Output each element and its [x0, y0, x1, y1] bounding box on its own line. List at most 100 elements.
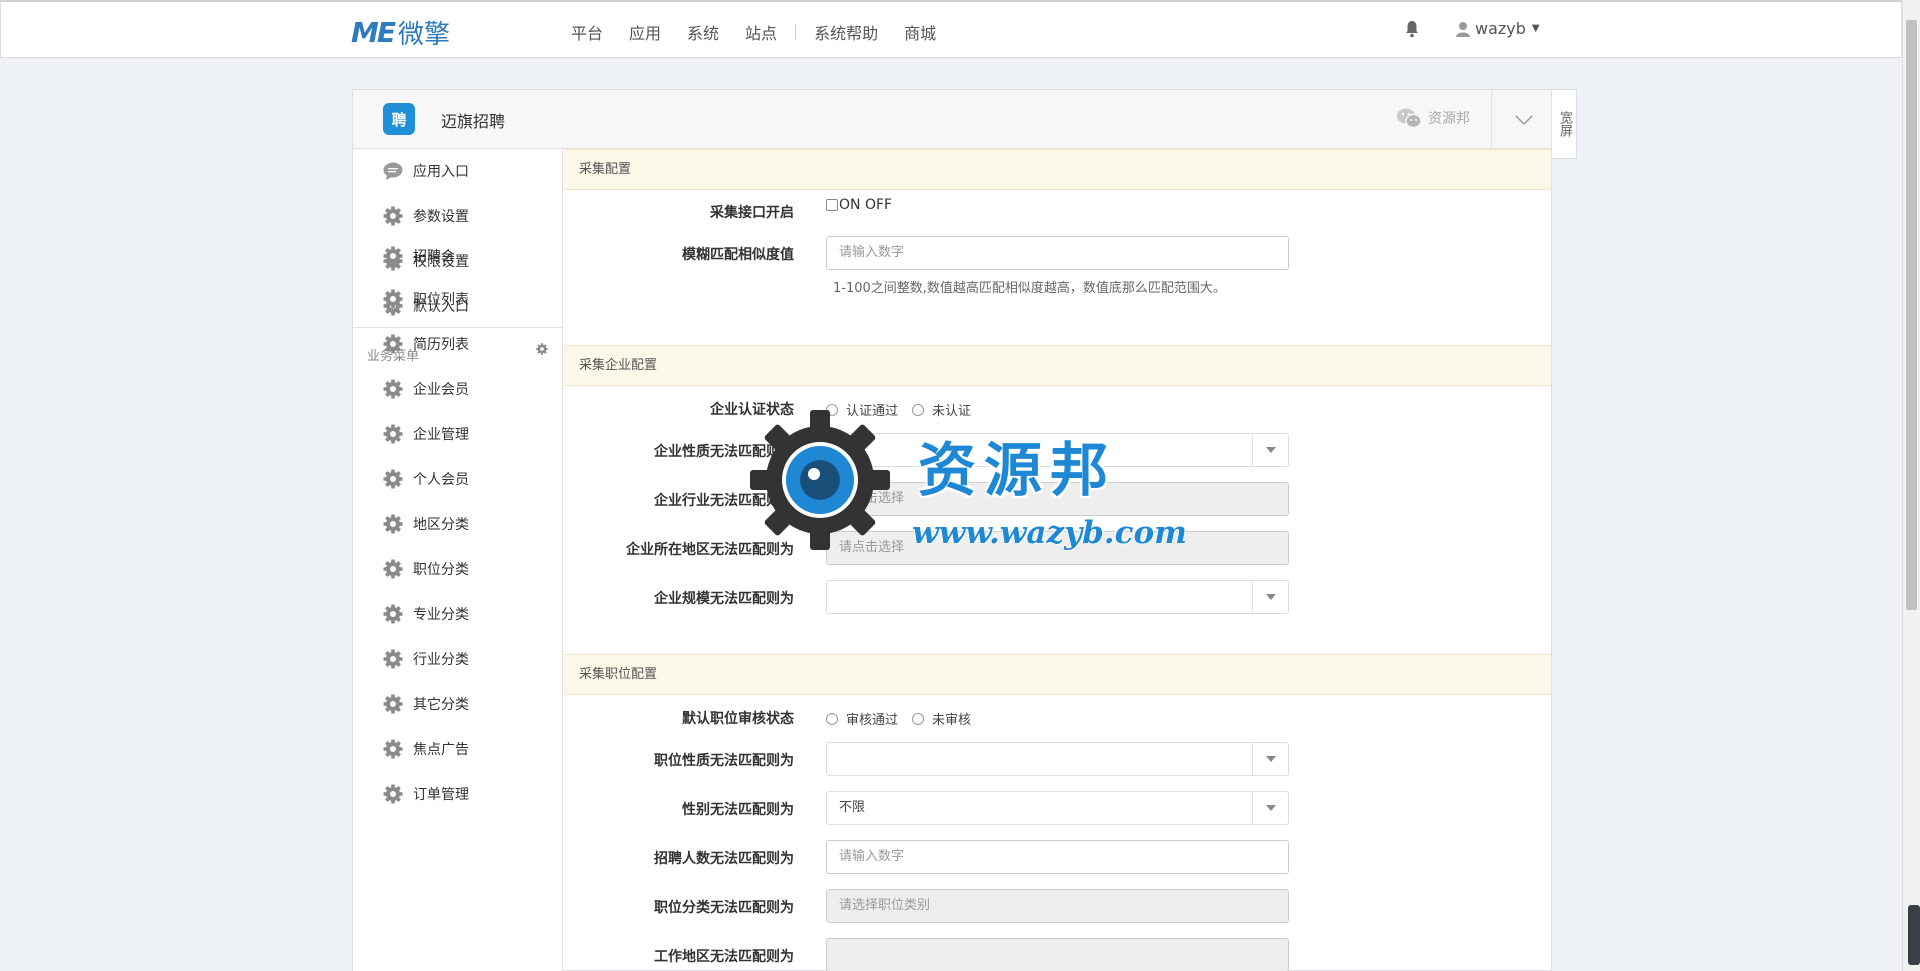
job-category-input[interactable]: 请选择职位类别 [826, 889, 1289, 923]
gender-value: 不限 [839, 800, 866, 815]
headcount-input[interactable]: 请输入数字 [826, 840, 1289, 874]
work-region-input[interactable] [826, 938, 1289, 971]
nav-site[interactable]: 站点 [745, 20, 777, 44]
sidebar-item-label: 行业分类 [413, 652, 469, 668]
gear-icon [383, 206, 403, 226]
logo-text: 微擎 [398, 19, 451, 50]
field-label: 企业规模无法匹配则为 [654, 591, 794, 607]
sidebar-item-biz[interactable]: 行业分类 [383, 647, 469, 671]
sidebar-item-biz[interactable]: 个人会员 [383, 467, 469, 491]
fuzzy-match-input[interactable]: 请输入数字 [826, 236, 1289, 270]
nav-help[interactable]: 系统帮助 [814, 20, 878, 44]
sidebar-item-biz[interactable]: 企业会员 [383, 377, 469, 401]
field-label: 采集接口开启 [710, 205, 794, 221]
wide-screen-button[interactable]: 宽屏 [1552, 89, 1577, 159]
user-menu[interactable]: wazyb ▼ [1456, 19, 1540, 38]
radio-unaudited[interactable] [912, 712, 925, 725]
user-icon [1456, 21, 1470, 37]
nav-system[interactable]: 系统 [687, 20, 719, 44]
sidebar-item-biz[interactable]: 招聘会 [383, 244, 455, 268]
nav-platform[interactable]: 平台 [571, 20, 603, 44]
app-icon: 聘 [383, 103, 415, 135]
sidebar-item-label: 职位列表 [413, 292, 469, 308]
caret-down-icon [1252, 743, 1288, 775]
logo[interactable]: ME 微擎 [351, 15, 451, 50]
company-nature-select[interactable] [826, 433, 1289, 467]
sidebar-item-biz[interactable]: 焦点广告 [383, 737, 469, 761]
chevron-down-icon[interactable] [1513, 109, 1535, 131]
company-region-input[interactable]: 请点击选择 [826, 531, 1289, 565]
job-nature-select[interactable] [826, 742, 1289, 776]
field-label: 职位分类无法匹配则为 [654, 900, 794, 916]
sidebar-item-params[interactable]: 参数设置 [383, 204, 469, 228]
gear-icon[interactable] [536, 343, 548, 355]
radio-auth-passed[interactable] [826, 403, 838, 416]
sidebar-item-label: 订单管理 [413, 787, 469, 803]
top-navbar: ME 微擎 平台 应用 系统 站点 系统帮助 商城 wazyb ▼ [0, 0, 1902, 58]
switch-text: ON OFF [839, 197, 893, 213]
gear-icon [383, 424, 403, 444]
checkbox[interactable] [826, 199, 838, 211]
app-name: 迈旗招聘 [441, 112, 506, 131]
sidebar-item-biz[interactable]: 专业分类 [383, 602, 469, 626]
sidebar-item-app-entry[interactable]: 应用入口 [383, 159, 469, 183]
sidebar-item-label: 个人会员 [413, 472, 469, 488]
company-scale-select[interactable] [826, 580, 1289, 614]
field-label: 企业认证状态 [710, 402, 794, 418]
sidebar-item-label: 企业会员 [413, 382, 469, 398]
gear-icon [383, 514, 403, 534]
sidebar-item-label: 参数设置 [413, 209, 469, 225]
bell-icon[interactable] [1404, 20, 1420, 38]
field-label: 模糊匹配相似度值 [682, 247, 794, 263]
company-auth-radio-group: 认证通过 未认证 [826, 400, 985, 419]
field-label: 工作地区无法匹配则为 [654, 949, 794, 965]
section-title-company: 采集企业配置 [564, 345, 1551, 386]
collect-switch[interactable]: ON OFF [826, 197, 892, 213]
sidebar-item-biz[interactable]: 地区分类 [383, 512, 469, 536]
panel-header: 聘 迈旗招聘 资源邦 [353, 90, 1551, 149]
sidebar-item-biz[interactable]: 企业管理 [383, 422, 469, 446]
gear-icon [383, 469, 403, 489]
radio-label: 未认证 [932, 404, 972, 419]
nav-apps[interactable]: 应用 [629, 20, 661, 44]
sidebar-item-label: 应用入口 [413, 164, 469, 180]
gear-icon [383, 694, 403, 714]
radio-unauthenticated[interactable] [912, 403, 925, 416]
sidebar-item-label: 地区分类 [413, 517, 469, 533]
field-label: 企业行业无法匹配则为 [654, 493, 794, 509]
wechat-account[interactable]: 资源邦 [1396, 107, 1470, 129]
gear-icon [383, 649, 403, 669]
module-panel: 聘 迈旗招聘 资源邦 应用入口 参数设置 权限设置 默认入口 业务菜单 招聘会 … [352, 89, 1552, 971]
gender-select[interactable]: 不限 [826, 791, 1289, 825]
sidebar-divider [353, 327, 562, 328]
sidebar-item-biz[interactable]: 职位分类 [383, 557, 469, 581]
sidebar-item-label: 企业管理 [413, 427, 469, 443]
wechat-icon [1397, 108, 1422, 129]
radio-label: 审核通过 [846, 713, 899, 728]
gear-icon [383, 604, 403, 624]
nav-store[interactable]: 商城 [904, 20, 936, 44]
scrollbar-thumb[interactable] [1906, 20, 1917, 610]
sidebar-item-label: 专业分类 [413, 607, 469, 623]
sidebar-item-biz[interactable]: 简历列表 [383, 332, 469, 356]
sidebar-item-label: 招聘会 [413, 249, 455, 265]
field-label: 职位性质无法匹配则为 [654, 753, 794, 769]
main-nav: 平台 应用 系统 站点 系统帮助 商城 [571, 20, 962, 44]
username: wazyb [1475, 19, 1526, 38]
sidebar-item-biz[interactable]: 其它分类 [383, 692, 469, 716]
field-label: 默认职位审核状态 [682, 711, 794, 727]
radio-audit-passed[interactable] [826, 712, 838, 725]
side-widget[interactable] [1908, 905, 1920, 965]
fuzzy-match-help: 1-100之间整数,数值越高匹配相似度越高，数值底那么匹配范围大。 [833, 281, 1226, 296]
sidebar-item-biz[interactable]: 订单管理 [383, 782, 469, 806]
sidebar-item-label: 简历列表 [413, 337, 469, 353]
section-title-collect: 采集配置 [564, 149, 1551, 190]
gear-icon [383, 739, 403, 759]
header-divider [1491, 90, 1492, 148]
sidebar-item-biz[interactable]: 职位列表 [383, 287, 469, 311]
radio-label: 未审核 [932, 713, 972, 728]
company-industry-input[interactable]: 请点击选择 [826, 482, 1289, 516]
sidebar-item-label: 焦点广告 [413, 742, 469, 758]
field-label: 招聘人数无法匹配则为 [654, 851, 794, 867]
vertical-scrollbar[interactable] [1902, 0, 1920, 971]
